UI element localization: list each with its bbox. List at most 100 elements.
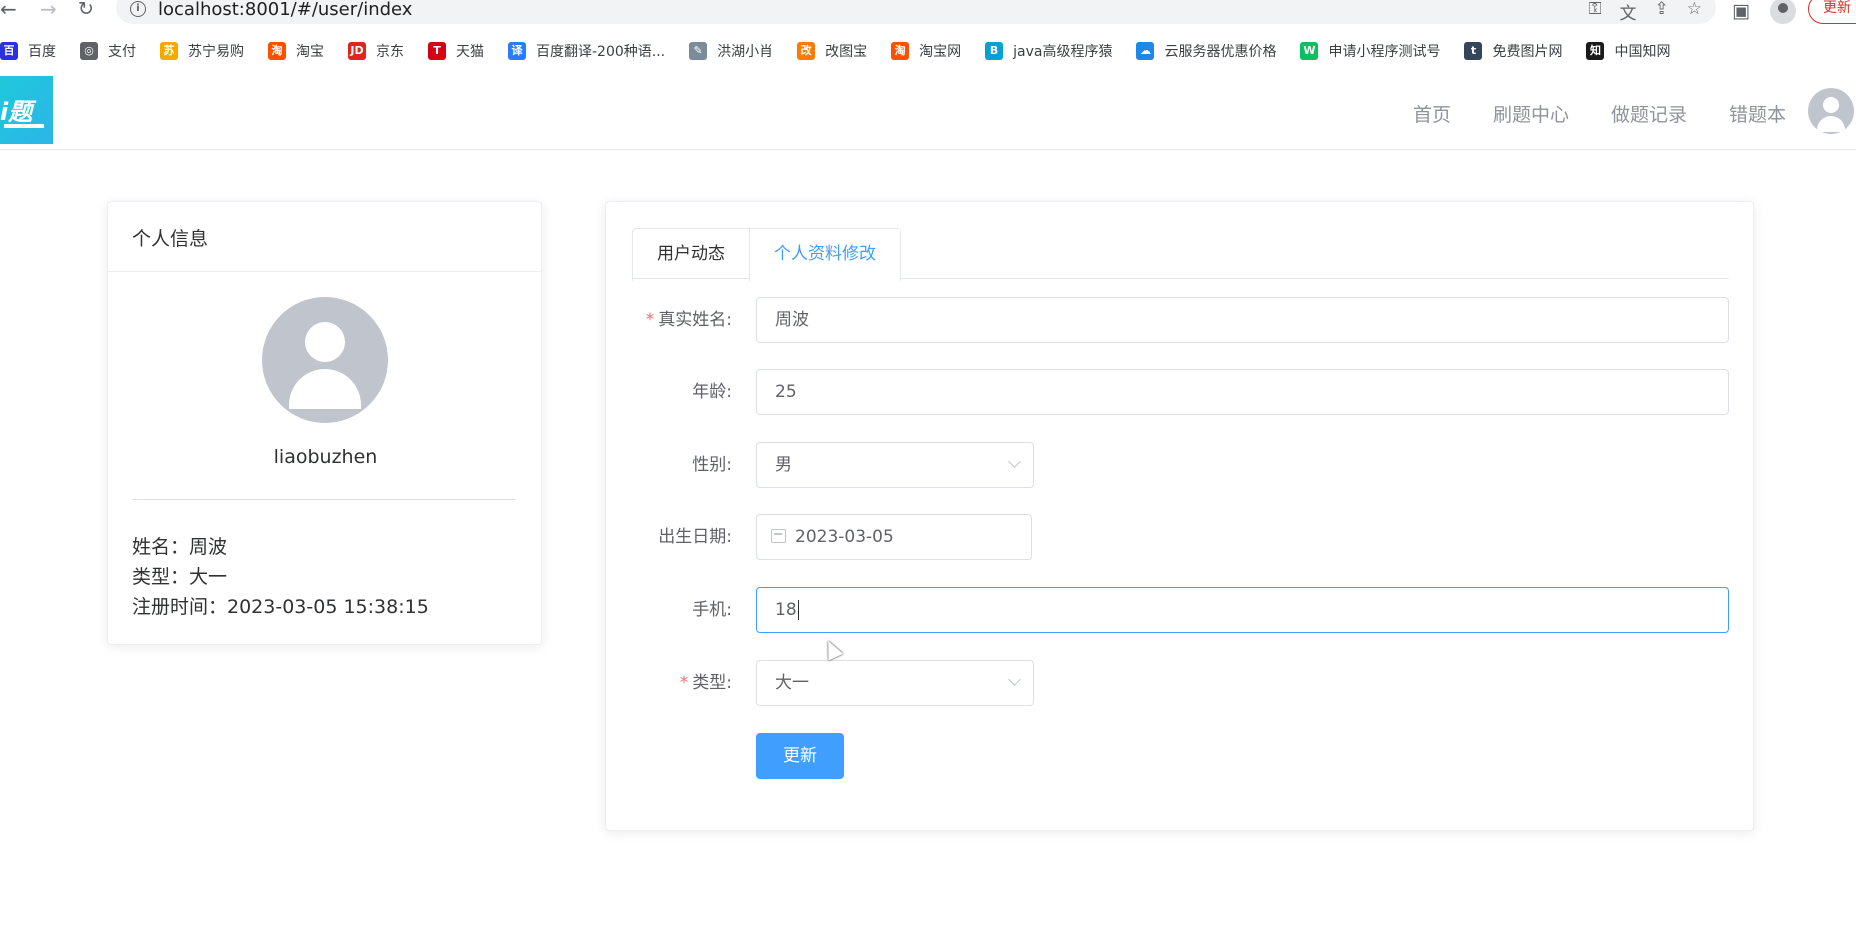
birthdate-value: 2023-03-05 [795, 527, 894, 547]
share-icon[interactable]: ⇪ [1655, 0, 1669, 24]
tabs: 用户动态 个人资料修改 [632, 228, 1729, 281]
bookmark-item[interactable]: T 天猫 [428, 41, 484, 61]
phone-label: 手机: [692, 600, 732, 620]
tumblr-icon: t [1464, 42, 1483, 60]
translate-icon[interactable]: 文 [1620, 0, 1637, 24]
taobao-icon: 淘 [268, 42, 286, 60]
cloud-icon: ☁ [1136, 42, 1155, 60]
bookmark-item[interactable]: ✎ 洪湖小肖 [689, 41, 773, 61]
form-row-birthdate: 出生日期: 2023-03-05 [606, 514, 1755, 560]
bookmark-label: 支付 [108, 44, 136, 60]
bilibili-icon: B [985, 42, 1004, 60]
phone-value: 18 [775, 600, 797, 620]
browser-update-button[interactable]: 更新 [1808, 0, 1856, 24]
calendar-icon [771, 529, 786, 543]
update-button[interactable]: 更新 [756, 733, 844, 779]
profile-icon[interactable] [1770, 0, 1796, 24]
bookmark-label: 淘宝网 [919, 44, 962, 60]
real-name-input[interactable]: 周波 [756, 297, 1729, 343]
tab-user-activity[interactable]: 用户动态 [633, 229, 749, 280]
text-caret [797, 600, 799, 620]
app-header: i题 首页 刷题中心 做题记录 错题本 [0, 74, 1856, 150]
tab-group: 用户动态 个人资料修改 [632, 228, 901, 281]
gender-label: 性别: [692, 455, 732, 475]
bookmark-label: 洪湖小肖 [717, 44, 774, 60]
back-arrow-icon[interactable]: ← [0, 0, 17, 20]
reload-icon[interactable]: ↻ [78, 0, 94, 20]
user-avatar-icon[interactable] [1808, 88, 1854, 134]
bookmark-label: 云服务器优惠价格 [1164, 44, 1277, 60]
bookmark-label: 改图宝 [825, 44, 868, 60]
bookmark-label: 淘宝 [296, 44, 324, 60]
phone-input[interactable]: 18 [756, 587, 1729, 633]
bookmark-item[interactable]: 淘淘宝 [268, 41, 324, 61]
bookmark-label: java高级程序猿 [1013, 44, 1113, 60]
nav-practice-center[interactable]: 刷题中心 [1493, 100, 1569, 127]
required-mark: * [679, 673, 689, 693]
main-nav: 首页 刷题中心 做题记录 错题本 [1413, 100, 1786, 127]
bookmark-label: 京东 [376, 44, 404, 60]
profile-card: 个人信息 liaobuzhen 姓名：周波 类型：大一 注册时间：2023-03… [107, 201, 542, 645]
bookmark-label: 百度 [28, 44, 56, 60]
bookmark-item[interactable]: JD 京东 [348, 41, 404, 61]
birthdate-picker[interactable]: 2023-03-05 [756, 514, 1032, 560]
star-icon[interactable]: ☆ [1687, 0, 1702, 24]
chevron-down-icon [1008, 455, 1021, 468]
bookmark-item[interactable]: 知中国知网 [1586, 41, 1670, 61]
profile-type: 类型：大一 [132, 566, 228, 588]
divider [132, 499, 516, 500]
bookmark-item[interactable]: 淘淘宝网 [891, 41, 961, 61]
site-logo[interactable]: i题 [0, 76, 53, 144]
url-text[interactable]: localhost:8001/#/user/index [158, 0, 412, 20]
nav-answer-records[interactable]: 做题记录 [1611, 100, 1687, 127]
avatar-icon [262, 297, 388, 423]
bookmark-item[interactable]: 改改图宝 [797, 41, 867, 61]
bookmarks-bar: 百百度 ◎ 支付 苏苏宁易购 淘淘宝 JD 京东 T 天猫 译百度翻译-200种语... ✎ 洪湖小肖… [0, 38, 1694, 64]
tmall-icon: T [428, 42, 446, 60]
nav-mistake-book[interactable]: 错题本 [1729, 100, 1786, 127]
side-panel-icon[interactable]: ▣ [1732, 0, 1750, 22]
bookmark-item[interactable]: t 免费图片网 [1464, 41, 1562, 61]
cnki-icon: 知 [1586, 42, 1605, 60]
bookmark-label: 申请小程序测试号 [1328, 44, 1441, 60]
real-name-label-text: 真实姓名: [658, 310, 732, 330]
profile-card-title: 个人信息 [108, 202, 541, 272]
gaitubao-icon: 改 [797, 42, 816, 60]
key-icon[interactable]: ⚿ [1589, 0, 1602, 24]
chevron-down-icon [1008, 673, 1021, 686]
type-label: * 类型: [606, 660, 732, 706]
bird-icon: ✎ [689, 42, 708, 60]
bookmark-item[interactable]: ◎ 支付 [80, 41, 136, 61]
bookmark-item[interactable]: Bjava高级程序猿 [985, 41, 1112, 61]
profile-name: 姓名：周波 [132, 536, 228, 558]
nav-home[interactable]: 首页 [1413, 100, 1451, 127]
form-row-phone: 手机: 18 [606, 587, 1755, 633]
type-label-text: 类型: [692, 673, 732, 693]
suning-icon: 苏 [160, 42, 178, 60]
bookmark-item[interactable]: W 申请小程序测试号 [1300, 41, 1440, 61]
age-input[interactable]: 25 [756, 369, 1729, 415]
bookmark-item[interactable]: ☁ 云服务器优惠价格 [1136, 41, 1276, 61]
address-row: ← → ↻ i localhost:8001/#/user/index ⚿ 文 … [0, 0, 1856, 24]
birthdate-label: 出生日期: [658, 527, 732, 547]
type-select[interactable]: 大一 [756, 660, 1034, 706]
profile-details: 姓名：周波 类型：大一 注册时间：2023-03-05 15:38:15 [132, 532, 429, 622]
bookmark-item[interactable]: 译百度翻译-200种语... [508, 41, 665, 61]
bookmark-label: 百度翻译-200种语... [536, 44, 666, 60]
required-mark: * [645, 310, 655, 330]
url-bar[interactable]: i localhost:8001/#/user/index ⚿ 文 ⇪ ☆ [116, 0, 1716, 24]
tab-edit-profile[interactable]: 个人资料修改 [749, 229, 900, 281]
real-name-label: * 真实姓名: [606, 297, 732, 343]
bookmark-item[interactable]: 百百度 [0, 41, 56, 61]
forward-arrow-icon[interactable]: → [40, 0, 57, 20]
site-info-icon[interactable]: i [130, 1, 146, 17]
gender-select[interactable]: 男 [756, 442, 1034, 488]
form-row-real-name: * 真实姓名: 周波 [606, 297, 1755, 343]
logo-text: i题 [0, 98, 33, 126]
profile-form-card: 用户动态 个人资料修改 * 真实姓名: 周波 年龄: 25 性别: 男 出生日期:… [605, 201, 1754, 831]
bookmark-label: 苏宁易购 [188, 44, 244, 60]
wechat-icon: W [1300, 42, 1319, 60]
form-row-type: * 类型: 大一 [606, 660, 1755, 706]
bookmark-item[interactable]: 苏苏宁易购 [160, 41, 244, 61]
form-row-gender: 性别: 男 [606, 442, 1755, 488]
